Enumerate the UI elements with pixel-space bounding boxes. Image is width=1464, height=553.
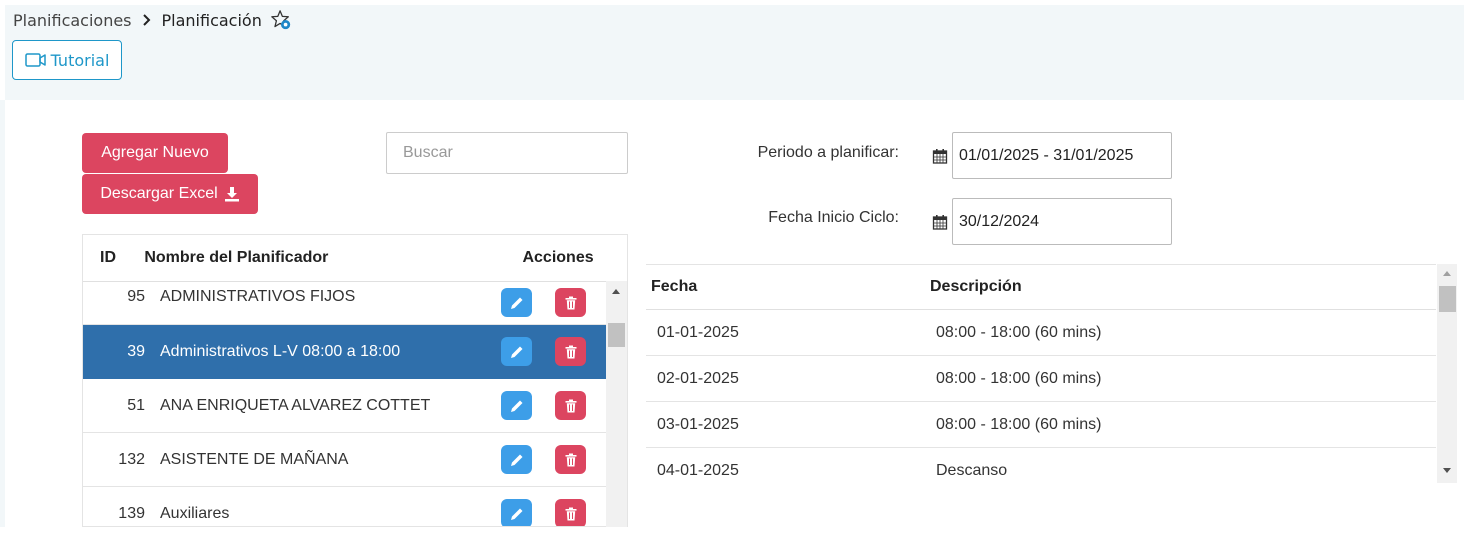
download-excel-button[interactable]: Descargar Excel bbox=[82, 174, 258, 214]
delete-button[interactable] bbox=[555, 499, 586, 526]
table-row[interactable]: 51 ANA ENRIQUETA ALVAREZ COTTET bbox=[83, 379, 607, 433]
pencil-icon bbox=[510, 400, 522, 412]
search-input[interactable] bbox=[386, 132, 628, 174]
calendar-icon bbox=[932, 215, 948, 230]
schedule-table: Fecha Descripción 01-01-2025 08:00 - 18:… bbox=[646, 264, 1436, 483]
table-row[interactable]: 139 Auxiliares bbox=[83, 487, 607, 526]
column-header-fecha: Fecha bbox=[651, 278, 698, 295]
table-row: 01-01-2025 08:00 - 18:00 (60 mins) bbox=[646, 310, 1436, 356]
add-new-label: Agregar Nuevo bbox=[101, 144, 209, 161]
star-settings-icon[interactable] bbox=[270, 9, 292, 31]
row-id: 139 bbox=[118, 504, 145, 522]
pencil-icon bbox=[510, 454, 522, 466]
trash-icon bbox=[565, 345, 576, 358]
table-row[interactable]: 39 Administrativos L-V 08:00 a 18:00 bbox=[83, 325, 607, 379]
row-descripcion: 08:00 - 18:00 (60 mins) bbox=[936, 323, 1102, 341]
pencil-icon bbox=[510, 297, 522, 309]
periodo-input[interactable] bbox=[952, 132, 1172, 179]
fecha-inicio-label: Fecha Inicio Ciclo: bbox=[768, 209, 899, 226]
row-fecha: 04-01-2025 bbox=[657, 461, 739, 479]
breadcrumb-current: Planificación bbox=[161, 10, 262, 30]
row-fecha: 01-01-2025 bbox=[657, 323, 739, 341]
edit-button[interactable] bbox=[501, 445, 532, 474]
add-new-button[interactable]: Agregar Nuevo bbox=[82, 133, 228, 173]
row-id: 132 bbox=[118, 450, 145, 468]
column-header-id[interactable]: ID bbox=[83, 249, 144, 267]
video-camera-icon bbox=[24, 53, 46, 67]
row-descripcion: 08:00 - 18:00 (60 mins) bbox=[936, 415, 1102, 433]
fecha-inicio-input[interactable] bbox=[952, 198, 1172, 245]
column-header-name[interactable]: Nombre del Planificador bbox=[144, 249, 489, 267]
download-excel-label: Descargar Excel bbox=[100, 185, 218, 202]
column-header-actions: Acciones bbox=[522, 249, 594, 266]
delete-button[interactable] bbox=[555, 288, 586, 317]
scroll-up-arrow[interactable] bbox=[612, 289, 620, 294]
tutorial-button[interactable]: Tutorial bbox=[12, 40, 122, 80]
table-row: 03-01-2025 08:00 - 18:00 (60 mins) bbox=[646, 402, 1436, 448]
row-name: Administrativos L-V 08:00 a 18:00 bbox=[160, 342, 401, 360]
row-fecha: 02-01-2025 bbox=[657, 369, 739, 387]
chevron-right-icon bbox=[142, 14, 150, 26]
scrollbar-thumb[interactable] bbox=[1439, 286, 1456, 312]
delete-button[interactable] bbox=[555, 391, 586, 420]
trash-icon bbox=[565, 453, 576, 466]
edit-button[interactable] bbox=[501, 391, 532, 420]
table-row: 04-01-2025 Descanso bbox=[646, 448, 1436, 483]
row-fecha: 03-01-2025 bbox=[657, 415, 739, 433]
pencil-icon bbox=[510, 346, 522, 358]
planners-table: ID Nombre del Planificador Acciones 95 A… bbox=[82, 234, 628, 527]
row-name: ANA ENRIQUETA ALVAREZ COTTET bbox=[160, 396, 431, 414]
row-name: ASISTENTE DE MAÑANA bbox=[160, 450, 349, 468]
breadcrumb: Planificaciones Planificación bbox=[13, 9, 292, 31]
row-descripcion: 08:00 - 18:00 (60 mins) bbox=[936, 369, 1102, 387]
column-header-descripcion: Descripción bbox=[930, 278, 1022, 295]
row-id: 51 bbox=[127, 396, 145, 414]
scroll-down-arrow[interactable] bbox=[1443, 468, 1451, 473]
edit-button[interactable] bbox=[501, 288, 532, 317]
row-id: 39 bbox=[127, 342, 145, 360]
schedule-scrollbar[interactable] bbox=[1437, 264, 1457, 483]
planners-scrollbar[interactable] bbox=[606, 281, 627, 527]
trash-icon bbox=[565, 507, 576, 520]
row-descripcion: Descanso bbox=[936, 461, 1008, 479]
calendar-icon bbox=[932, 149, 948, 164]
trash-icon bbox=[565, 399, 576, 412]
table-row: 02-01-2025 08:00 - 18:00 (60 mins) bbox=[646, 356, 1436, 402]
pencil-icon bbox=[510, 508, 522, 520]
table-row[interactable]: 132 ASISTENTE DE MAÑANA bbox=[83, 433, 607, 487]
tutorial-label: Tutorial bbox=[50, 50, 110, 70]
delete-button[interactable] bbox=[555, 445, 586, 474]
row-name: Auxiliares bbox=[160, 504, 230, 522]
row-id: 95 bbox=[127, 288, 145, 305]
edit-button[interactable] bbox=[501, 337, 532, 366]
download-icon bbox=[224, 187, 239, 202]
schedule-table-header: Fecha Descripción bbox=[646, 265, 1436, 310]
scrollbar-thumb[interactable] bbox=[608, 323, 625, 347]
planners-table-header: ID Nombre del Planificador Acciones bbox=[83, 235, 627, 282]
scroll-up-arrow[interactable] bbox=[1443, 271, 1451, 276]
breadcrumb-parent-link[interactable]: Planificaciones bbox=[13, 11, 132, 30]
periodo-label: Periodo a planificar: bbox=[757, 144, 899, 161]
delete-button[interactable] bbox=[555, 337, 586, 366]
trash-icon bbox=[565, 296, 576, 309]
row-name: ADMINISTRATIVOS FIJOS bbox=[160, 288, 356, 305]
table-row[interactable]: 95 ADMINISTRATIVOS FIJOS bbox=[83, 282, 607, 325]
edit-button[interactable] bbox=[501, 499, 532, 526]
